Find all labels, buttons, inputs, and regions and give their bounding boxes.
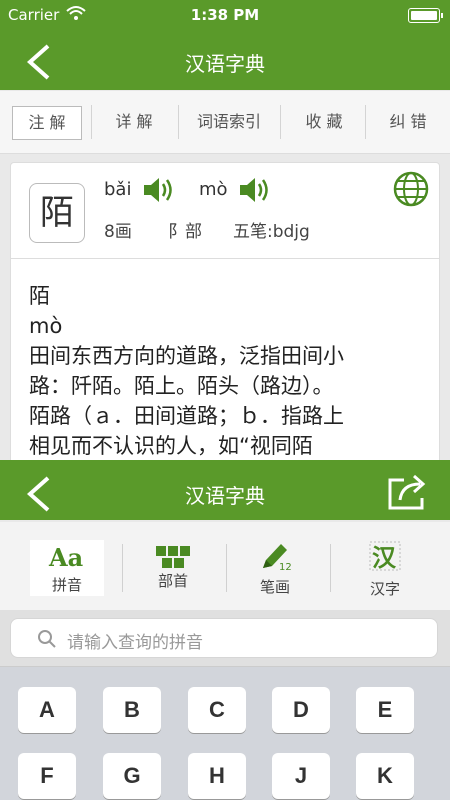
key-k[interactable]: K — [356, 753, 414, 799]
battery-icon — [408, 8, 443, 23]
top-nav-bar: 汉语字典 — [0, 30, 450, 90]
search-placeholder: 请输入查询的拼音 — [67, 633, 203, 653]
tab-pinyin[interactable]: Aa 拼音 — [30, 540, 104, 596]
svg-text:12: 12 — [279, 562, 292, 572]
search-icon — [38, 630, 56, 648]
key-h[interactable]: H — [188, 753, 246, 799]
character-card: 陌 bǎi mò 8画 阝部 五笔:bdjg 陌 mò 田间东西方向的道路，泛指… — [10, 162, 440, 464]
page-title: 汉语字典 — [185, 52, 265, 76]
lookup-nav-bar: 汉语字典 — [0, 460, 450, 520]
tab-radical-label: 部首 — [157, 572, 188, 590]
tab-radical[interactable]: 部首 — [136, 540, 210, 596]
key-b[interactable]: B — [103, 687, 161, 733]
speaker-icon[interactable] — [141, 175, 175, 205]
definition-line: 路：阡陌。陌上。陌头（路边）。 — [29, 374, 334, 398]
tab-report-error[interactable]: 纠 错 — [374, 106, 442, 138]
tab-divider — [226, 544, 227, 592]
key-e[interactable]: E — [356, 687, 414, 733]
hanzi-icon: 汉 — [369, 541, 401, 572]
tab-favorites[interactable]: 收 藏 — [290, 106, 358, 138]
key-d[interactable]: D — [272, 687, 330, 733]
tab-divider — [122, 544, 123, 592]
pencil-icon: 12 — [263, 544, 292, 572]
tab-hanzi-label: 汉字 — [369, 580, 400, 598]
pinyin-bai: bǎi — [104, 179, 132, 200]
character-box: 陌 — [29, 183, 85, 243]
tab-word-index[interactable]: 词语索引 — [184, 106, 274, 138]
lookup-title: 汉语字典 — [185, 484, 265, 508]
svg-text:Aa: Aa — [48, 543, 83, 572]
search-bar: 请输入查询的拼音 — [0, 610, 450, 667]
tab-hanzi[interactable]: 汉 汉字 — [348, 540, 422, 598]
status-time: 1:38 PM — [190, 6, 260, 24]
radical-label: 阝部 — [168, 222, 202, 242]
radical-icon — [156, 546, 190, 568]
key-f[interactable]: F — [18, 753, 76, 799]
key-g[interactable]: G — [103, 753, 161, 799]
wubi-code: 五笔:bdjg — [233, 222, 310, 242]
tab-divider — [330, 544, 331, 592]
pinyin-icon: Aa — [48, 543, 83, 572]
tab-divider — [280, 105, 281, 139]
lookup-method-tabs: Aa 拼音 部首 12 笔画 汉 汉字 — [0, 522, 450, 611]
definition-line: 陌 — [29, 284, 50, 308]
tab-divider — [365, 105, 366, 139]
key-a[interactable]: A — [18, 687, 76, 733]
pinyin-mo: mò — [199, 179, 228, 200]
definition-line: mò — [29, 314, 63, 338]
tab-details[interactable]: 详 解 — [100, 106, 168, 138]
letter-keyboard: A B C D E F G H J K — [0, 667, 450, 800]
definition-line: 相见而不认识的人，如“视同陌 — [29, 434, 313, 458]
stroke-count: 8画 — [104, 222, 132, 242]
globe-icon[interactable] — [393, 171, 429, 207]
key-c[interactable]: C — [188, 687, 246, 733]
tab-annotation[interactable]: 注 解 — [12, 106, 82, 140]
definition-line: 陌路（ａ．田间道路；ｂ．指路上 — [29, 404, 344, 428]
definition-tabs: 注 解 详 解 词语索引 收 藏 纠 错 — [0, 91, 450, 154]
pinyin-search-input[interactable]: 请输入查询的拼音 — [10, 618, 438, 658]
definition-line: 田间东西方向的道路，泛指田间小 — [29, 344, 344, 368]
key-j[interactable]: J — [272, 753, 330, 799]
status-bar: Carrier 1:38 PM — [0, 0, 450, 30]
tab-divider — [91, 105, 92, 139]
tab-divider — [178, 105, 179, 139]
card-divider — [11, 258, 439, 259]
tab-pinyin-label: 拼音 — [51, 576, 82, 594]
tab-stroke-label: 笔画 — [259, 578, 290, 596]
share-icon[interactable] — [386, 472, 430, 512]
svg-text:汉: 汉 — [372, 544, 397, 572]
definition-text: 陌 mò 田间东西方向的道路，泛指田间小 路：阡陌。陌上。陌头（路边）。 陌路（… — [29, 281, 424, 461]
speaker-icon[interactable] — [237, 175, 271, 205]
tab-stroke[interactable]: 12 笔画 — [238, 540, 312, 596]
